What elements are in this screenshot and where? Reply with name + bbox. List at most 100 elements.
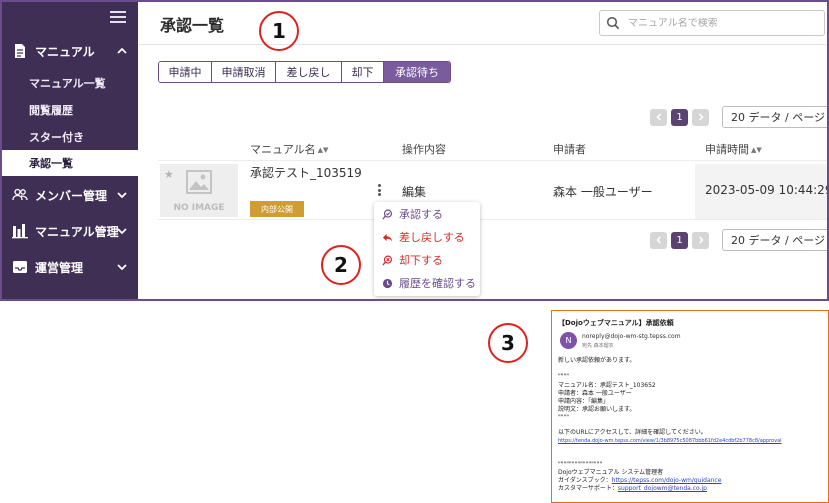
menu-item-send-back[interactable]: 差し戻しする [374,226,480,248]
menu-item-label: 却下する [399,254,443,267]
chevron-left-icon [655,113,661,121]
sidebar-section-operations[interactable]: 運営管理 [2,250,138,284]
approve-icon [382,209,393,219]
email-body-line: マニュアル名：承認テスト_103652 [558,382,656,389]
sender-avatar: N [560,332,577,349]
email-preview: 【Dojoウェブマニュアル】承認依頼 N noreply@dojo-wm-stg… [551,310,829,503]
star-icon[interactable]: ★ [164,168,174,181]
page-number-button[interactable]: 1 [671,108,688,126]
time-cell: 2023-05-09 10:44:29 [705,183,829,197]
per-page-select[interactable]: 20 データ / ページ [722,106,827,128]
chevron-left-icon [655,236,661,244]
search-box[interactable] [599,10,825,36]
next-page-button[interactable] [692,108,709,126]
tab-rejected[interactable]: 却下 [342,62,384,82]
sidebar-section-manual[interactable]: マニュアル [2,34,138,68]
email-body-line: カスタマーサポート：support_dojowm@tenda.co.jp [558,485,707,493]
email-body-line: """" [558,373,570,380]
manual-thumbnail[interactable]: ★ NO IMAGE [160,164,238,217]
tab-returned[interactable]: 差し戻し [276,62,342,82]
inbox-icon [13,261,27,273]
sidebar-item-manual-list[interactable]: マニュアル一覧 [2,70,138,96]
users-icon [12,188,28,201]
tab-applying[interactable]: 申請中 [159,62,212,82]
column-header-time[interactable]: 申請時間 ▲▼ [705,141,762,157]
email-body-line: 説明文：承認お願いします。 [558,406,636,413]
guidance-link[interactable]: https://tepss.com/dojo-wm/guidance [612,477,722,484]
chevron-up-icon [117,47,127,54]
sidebar-section-label: マニュアル管理 [35,224,119,239]
sidebar-section-label: マニュアル [35,44,95,59]
reject-icon [382,255,393,265]
sidebar-section-members[interactable]: メンバー管理 [2,178,138,212]
main-content: 承認一覧 申請中 申請取消 差し戻し 却下 承認待ち 1 20 データ / ペー… [138,2,829,299]
app-window: マニュアル マニュアル一覧 閲覧履歴 スター付き 承認一覧 メンバー管理 マニュ… [0,0,829,301]
menu-item-label: 差し戻しする [399,231,465,244]
sidebar-item-label: 閲覧履歴 [29,104,73,117]
column-header-applicant: 申請者 [553,143,586,156]
table-row-divider [158,219,827,220]
sidebar-item-starred[interactable]: スター付き [2,124,138,150]
sidebar-item-approval-list[interactable]: 承認一覧 [2,150,138,176]
column-header-manual-name[interactable]: マニュアル名 ▲▼ [250,141,328,157]
sidebar-section-manual-admin[interactable]: マニュアル管理 [2,214,138,248]
pagination-bottom: 1 20 データ / ページ [650,229,827,251]
applicant-cell: 森本 一般ユーザー [553,185,653,199]
page-number-button[interactable]: 1 [671,231,688,249]
header-divider [138,44,827,45]
no-image-label: NO IMAGE [173,203,225,213]
email-body-line: """""""""""""""" [558,461,603,468]
menu-item-view-history[interactable]: 履歴を確認する [374,272,480,294]
chevron-down-icon [117,264,127,271]
chevron-down-icon [117,228,127,235]
email-body-line: 申請者：森本 一般ユーザー [558,390,632,397]
operation-cell: 編集 [402,185,427,199]
menu-item-label: 履歴を確認する [399,277,476,290]
next-page-button[interactable] [692,231,709,249]
document-icon [15,44,25,58]
callout-marker-2: 2 [321,245,361,285]
sort-icon: ▲▼ [751,146,762,154]
approval-link[interactable]: https://tenda.dojo-wm.tepss.com/view/1/3… [558,437,782,445]
sidebar: マニュアル マニュアル一覧 閲覧履歴 スター付き 承認一覧 メンバー管理 マニュ… [2,2,138,299]
email-subject: 【Dojoウェブマニュアル】承認依頼 [558,319,674,327]
callout-marker-1: 1 [259,11,299,51]
email-body-line: """" [558,414,570,421]
menu-item-reject[interactable]: 却下する [374,249,480,271]
menu-toggle-icon[interactable] [110,11,126,23]
search-input[interactable] [628,17,808,29]
support-email-link[interactable]: support_dojowm@tenda.co.jp [618,485,707,492]
row-action-menu: 承認する 差し戻しする 却下する 履歴を確認する [374,202,480,296]
bar-chart-icon [12,224,28,239]
email-recipient: 宛先 森本瑠衣 [582,343,614,349]
table-header-divider [158,160,827,161]
sidebar-item-view-history[interactable]: 閲覧履歴 [2,97,138,123]
email-body-line: 新しい承認依頼があります。 [558,357,636,364]
tab-awaiting-approval[interactable]: 承認待ち [384,62,450,82]
search-icon [606,16,620,30]
visibility-badge: 内部公開 [250,201,304,217]
per-page-select[interactable]: 20 データ / ページ [722,229,827,251]
support-label: カスタマーサポート： [558,485,618,492]
email-body-line: 申請内容：「編集」 [558,398,610,405]
sidebar-item-label: マニュアル一覧 [29,77,106,90]
sidebar-section-label: メンバー管理 [35,188,108,203]
manual-name[interactable]: 承認テスト_103519 [250,164,362,181]
callout-marker-3: 3 [488,323,528,363]
menu-item-approve[interactable]: 承認する [374,203,480,225]
menu-item-label: 承認する [399,208,443,221]
prev-page-button[interactable] [650,231,667,249]
prev-page-button[interactable] [650,108,667,126]
sidebar-item-label: スター付き [29,131,84,144]
sidebar-section-label: 運営管理 [35,260,84,275]
email-body-line: 以下のURLにアクセスして、詳細を確認してください。 [558,429,707,436]
chevron-down-icon [117,192,127,199]
status-tabs: 申請中 申請取消 差し戻し 却下 承認待ち [158,61,451,83]
chevron-right-icon [698,236,704,244]
email-body-line: Dojoウェブマニュアル システム管理者 [558,469,664,476]
column-header-label: 申請時間 [705,143,749,156]
tab-application-cancelled[interactable]: 申請取消 [212,62,276,82]
history-icon [382,278,393,288]
more-actions-icon[interactable] [374,182,384,198]
reply-icon [382,233,393,242]
